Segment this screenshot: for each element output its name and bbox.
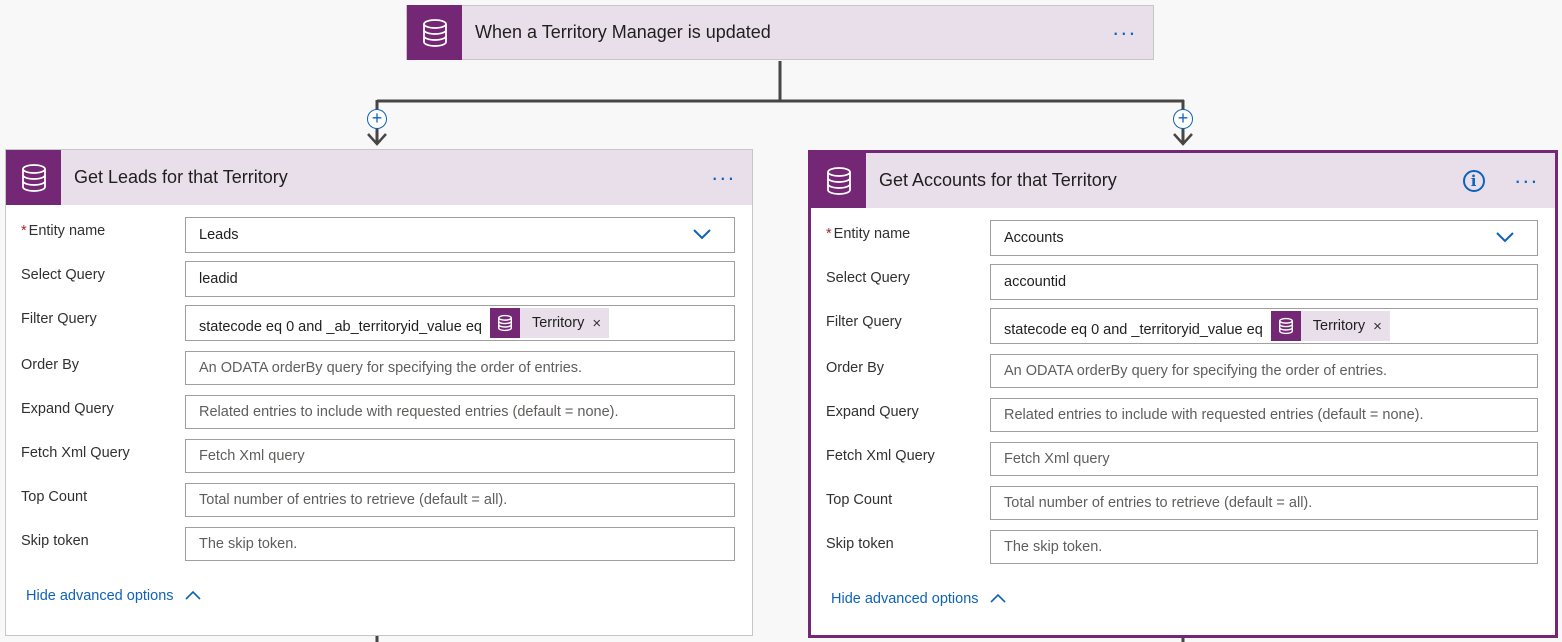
insert-step-left-plus-icon[interactable]: + xyxy=(367,109,387,129)
skip-token-label: Skip token xyxy=(826,536,894,552)
fetch-xml-query-label: Fetch Xml Query xyxy=(826,448,935,464)
database-icon xyxy=(489,308,520,338)
fetch-xml-query-input[interactable]: Fetch Xml query xyxy=(990,442,1538,476)
select-query-label: Select Query xyxy=(21,267,105,283)
expand-query-label: Expand Query xyxy=(826,404,919,420)
filter-query-label: Filter Query xyxy=(826,314,902,330)
more-options-icon[interactable]: ... xyxy=(712,161,736,188)
fetch-xml-query-input[interactable]: Fetch Xml query xyxy=(185,439,735,473)
select-query-input[interactable]: accountid xyxy=(990,264,1538,300)
remove-token-close-icon[interactable]: × xyxy=(1373,318,1390,335)
database-icon xyxy=(811,153,866,208)
filter-query-label: Filter Query xyxy=(21,311,97,327)
expand-query-label: Expand Query xyxy=(21,401,114,417)
card-title: Get Leads for that Territory xyxy=(74,167,288,187)
entity-name-dropdown[interactable]: Accounts xyxy=(990,220,1538,256)
database-icon xyxy=(1270,311,1301,341)
skip-token-label: Skip token xyxy=(21,533,89,549)
entity-name-label: * Entity name xyxy=(826,226,911,242)
expand-query-input[interactable]: Related entries to include with requeste… xyxy=(990,398,1538,432)
entity-name-dropdown[interactable]: Leads xyxy=(185,217,735,253)
get-leads-action-card: Get Leads for that Territory ... * Entity… xyxy=(5,149,753,636)
card-header[interactable]: Get Leads for that Territory ... xyxy=(6,150,752,205)
select-query-input[interactable]: leadid xyxy=(185,261,735,297)
top-count-label: Top Count xyxy=(21,489,88,505)
trigger-title: When a Territory Manager is updated xyxy=(475,22,771,42)
hide-advanced-options-link[interactable]: Hide advanced options xyxy=(831,591,1007,607)
card-title: Get Accounts for that Territory xyxy=(879,170,1117,190)
trigger-card[interactable]: When a Territory Manager is updated ... xyxy=(406,5,1154,60)
remove-token-close-icon[interactable]: × xyxy=(592,315,609,332)
filter-query-input[interactable]: statecode eq 0 and _territoryid_value eq… xyxy=(990,308,1538,344)
territory-token[interactable]: Territory × xyxy=(489,308,610,338)
info-icon[interactable]: i xyxy=(1462,169,1485,192)
more-options-icon[interactable]: ... xyxy=(1515,164,1539,191)
top-count-input[interactable]: Total number of entries to retrieve (def… xyxy=(990,486,1538,520)
filter-query-input[interactable]: statecode eq 0 and _ab_territoryid_value… xyxy=(185,305,735,341)
order-by-input[interactable]: An ODATA orderBy query for specifying th… xyxy=(185,351,735,385)
chevron-up-icon xyxy=(989,593,1006,603)
get-accounts-action-card: Get Accounts for that Territory i ... * E… xyxy=(808,150,1558,638)
chevron-down-icon xyxy=(693,229,711,240)
order-by-label: Order By xyxy=(21,357,80,373)
top-count-input[interactable]: Total number of entries to retrieve (def… xyxy=(185,483,735,517)
chevron-down-icon xyxy=(1496,232,1514,243)
skip-token-input[interactable]: The skip token. xyxy=(185,527,735,561)
entity-name-label: * Entity name xyxy=(21,223,106,239)
skip-token-input[interactable]: The skip token. xyxy=(990,530,1538,564)
expand-query-input[interactable]: Related entries to include with requeste… xyxy=(185,395,735,429)
select-query-label: Select Query xyxy=(826,270,910,286)
database-icon xyxy=(6,150,61,205)
top-count-label: Top Count xyxy=(826,492,893,508)
database-icon xyxy=(407,5,462,60)
chevron-up-icon xyxy=(184,590,201,600)
card-header[interactable]: Get Accounts for that Territory i ... xyxy=(811,153,1555,208)
fetch-xml-query-label: Fetch Xml Query xyxy=(21,445,130,461)
order-by-input[interactable]: An ODATA orderBy query for specifying th… xyxy=(990,354,1538,388)
insert-step-right-plus-icon[interactable]: + xyxy=(1173,109,1193,129)
more-options-icon[interactable]: ... xyxy=(1113,16,1137,43)
territory-token[interactable]: Territory × xyxy=(1270,311,1390,341)
hide-advanced-options-link[interactable]: Hide advanced options xyxy=(26,588,202,604)
order-by-label: Order By xyxy=(826,360,885,376)
